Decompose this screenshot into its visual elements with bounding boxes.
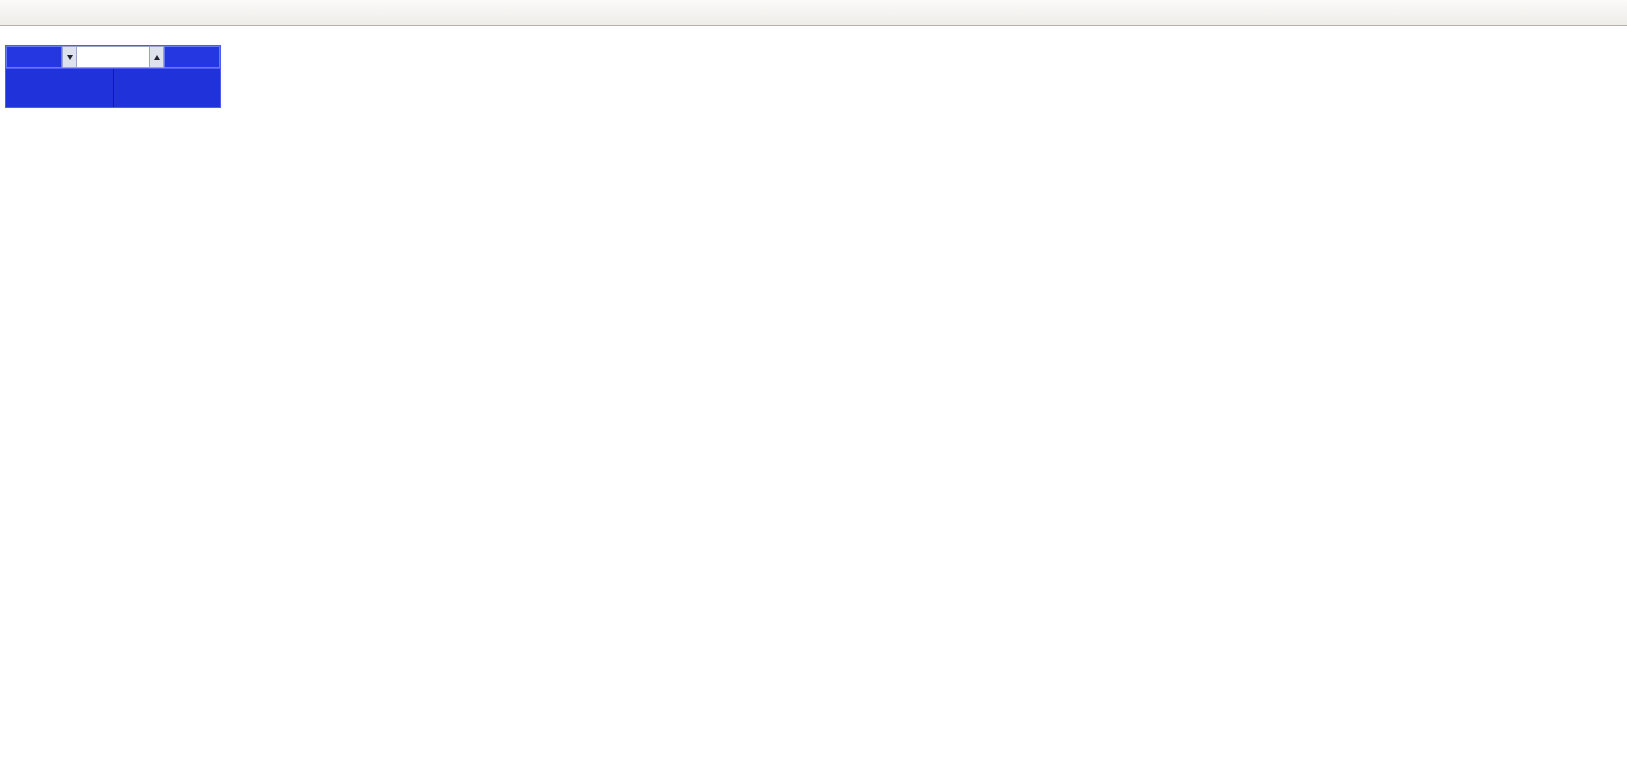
volume-input[interactable] — [77, 46, 149, 68]
volume-decrease-button[interactable] — [62, 46, 77, 68]
triangle-up-icon — [154, 55, 160, 60]
chart-title — [6, 31, 10, 43]
one-click-trading-panel — [5, 45, 221, 108]
price-chart[interactable] — [0, 0, 1627, 768]
main-toolbar — [0, 0, 1627, 26]
triangle-down-icon — [67, 55, 73, 60]
sell-button[interactable] — [6, 46, 62, 68]
buy-price[interactable] — [114, 69, 221, 107]
volume-increase-button[interactable] — [149, 46, 164, 68]
sell-price[interactable] — [6, 69, 114, 107]
buy-button[interactable] — [164, 46, 220, 68]
